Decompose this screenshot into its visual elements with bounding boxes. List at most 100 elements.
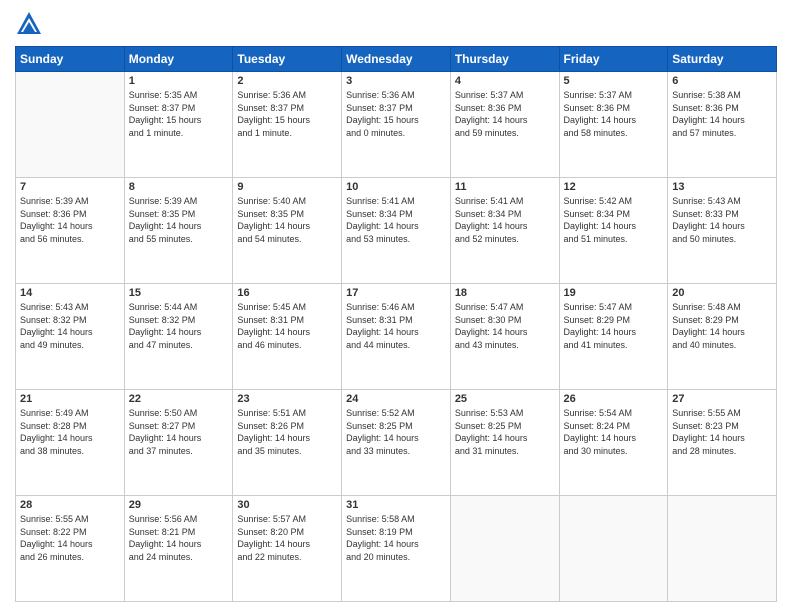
calendar-cell [559,496,668,602]
day-info: Sunrise: 5:43 AM Sunset: 8:33 PM Dayligh… [672,195,772,245]
day-number: 2 [237,75,337,87]
day-info: Sunrise: 5:56 AM Sunset: 8:21 PM Dayligh… [129,513,229,563]
calendar-weekday-wednesday: Wednesday [342,47,451,72]
calendar-cell: 6 Sunrise: 5:38 AM Sunset: 8:36 PM Daylig… [668,72,777,178]
day-info: Sunrise: 5:35 AM Sunset: 8:37 PM Dayligh… [129,89,229,139]
day-number: 5 [564,75,664,87]
day-info: Sunrise: 5:58 AM Sunset: 8:19 PM Dayligh… [346,513,446,563]
calendar-week-row: 14 Sunrise: 5:43 AM Sunset: 8:32 PM Dayli… [16,284,777,390]
day-number: 7 [20,181,120,193]
calendar-cell: 25 Sunrise: 5:53 AM Sunset: 8:25 PM Dayli… [450,390,559,496]
day-info: Sunrise: 5:51 AM Sunset: 8:26 PM Dayligh… [237,407,337,457]
day-number: 18 [455,287,555,299]
day-number: 4 [455,75,555,87]
calendar-cell: 24 Sunrise: 5:52 AM Sunset: 8:25 PM Dayli… [342,390,451,496]
day-number: 26 [564,393,664,405]
day-number: 19 [564,287,664,299]
day-info: Sunrise: 5:49 AM Sunset: 8:28 PM Dayligh… [20,407,120,457]
day-number: 20 [672,287,772,299]
calendar-cell: 22 Sunrise: 5:50 AM Sunset: 8:27 PM Dayli… [124,390,233,496]
calendar-cell: 14 Sunrise: 5:43 AM Sunset: 8:32 PM Dayli… [16,284,125,390]
day-number: 17 [346,287,446,299]
calendar-cell: 7Sunrise: 5:39 AM Sunset: 8:36 PM Daylig… [16,178,125,284]
calendar-cell: 18 Sunrise: 5:47 AM Sunset: 8:30 PM Dayli… [450,284,559,390]
calendar-cell [450,496,559,602]
day-info: Sunrise: 5:47 AM Sunset: 8:30 PM Dayligh… [455,301,555,351]
day-number: 14 [20,287,120,299]
calendar-cell: 9Sunrise: 5:40 AM Sunset: 8:35 PM Daylig… [233,178,342,284]
calendar-table: SundayMondayTuesdayWednesdayThursdayFrid… [15,46,777,602]
day-info: Sunrise: 5:54 AM Sunset: 8:24 PM Dayligh… [564,407,664,457]
calendar-cell: 29 Sunrise: 5:56 AM Sunset: 8:21 PM Dayli… [124,496,233,602]
calendar-cell: 12 Sunrise: 5:42 AM Sunset: 8:34 PM Dayli… [559,178,668,284]
calendar-cell: 21 Sunrise: 5:49 AM Sunset: 8:28 PM Dayli… [16,390,125,496]
day-info: Sunrise: 5:41 AM Sunset: 8:34 PM Dayligh… [346,195,446,245]
day-number: 3 [346,75,446,87]
day-info: Sunrise: 5:36 AM Sunset: 8:37 PM Dayligh… [346,89,446,139]
day-number: 6 [672,75,772,87]
day-info: Sunrise: 5:47 AM Sunset: 8:29 PM Dayligh… [564,301,664,351]
day-info: Sunrise: 5:44 AM Sunset: 8:32 PM Dayligh… [129,301,229,351]
calendar-cell: 2 Sunrise: 5:36 AM Sunset: 8:37 PM Daylig… [233,72,342,178]
day-number: 22 [129,393,229,405]
calendar-cell: 16Sunrise: 5:45 AM Sunset: 8:31 PM Dayli… [233,284,342,390]
day-info: Sunrise: 5:53 AM Sunset: 8:25 PM Dayligh… [455,407,555,457]
day-number: 30 [237,499,337,511]
calendar-week-row: 7Sunrise: 5:39 AM Sunset: 8:36 PM Daylig… [16,178,777,284]
page: SundayMondayTuesdayWednesdayThursdayFrid… [0,0,792,612]
day-number: 11 [455,181,555,193]
day-info: Sunrise: 5:41 AM Sunset: 8:34 PM Dayligh… [455,195,555,245]
calendar-week-row: 28 Sunrise: 5:55 AM Sunset: 8:22 PM Dayli… [16,496,777,602]
day-number: 12 [564,181,664,193]
day-number: 29 [129,499,229,511]
day-info: Sunrise: 5:50 AM Sunset: 8:27 PM Dayligh… [129,407,229,457]
day-number: 24 [346,393,446,405]
day-info: Sunrise: 5:55 AM Sunset: 8:23 PM Dayligh… [672,407,772,457]
day-number: 15 [129,287,229,299]
calendar-cell: 30 Sunrise: 5:57 AM Sunset: 8:20 PM Dayli… [233,496,342,602]
day-number: 27 [672,393,772,405]
logo-icon [15,10,43,38]
calendar-weekday-thursday: Thursday [450,47,559,72]
day-info: Sunrise: 5:52 AM Sunset: 8:25 PM Dayligh… [346,407,446,457]
day-info: Sunrise: 5:36 AM Sunset: 8:37 PM Dayligh… [237,89,337,139]
calendar-cell: 27 Sunrise: 5:55 AM Sunset: 8:23 PM Dayli… [668,390,777,496]
calendar-weekday-monday: Monday [124,47,233,72]
calendar-cell: 31Sunrise: 5:58 AM Sunset: 8:19 PM Dayli… [342,496,451,602]
calendar-weekday-friday: Friday [559,47,668,72]
day-number: 9 [237,181,337,193]
calendar-header-row: SundayMondayTuesdayWednesdayThursdayFrid… [16,47,777,72]
day-info: Sunrise: 5:42 AM Sunset: 8:34 PM Dayligh… [564,195,664,245]
day-info: Sunrise: 5:37 AM Sunset: 8:36 PM Dayligh… [564,89,664,139]
calendar-cell: 19 Sunrise: 5:47 AM Sunset: 8:29 PM Dayli… [559,284,668,390]
calendar-week-row: 21 Sunrise: 5:49 AM Sunset: 8:28 PM Dayli… [16,390,777,496]
calendar-cell: 11 Sunrise: 5:41 AM Sunset: 8:34 PM Dayli… [450,178,559,284]
day-number: 13 [672,181,772,193]
day-info: Sunrise: 5:38 AM Sunset: 8:36 PM Dayligh… [672,89,772,139]
day-number: 16 [237,287,337,299]
day-number: 1 [129,75,229,87]
day-number: 21 [20,393,120,405]
calendar-cell: 26 Sunrise: 5:54 AM Sunset: 8:24 PM Dayli… [559,390,668,496]
day-info: Sunrise: 5:39 AM Sunset: 8:35 PM Dayligh… [129,195,229,245]
day-number: 25 [455,393,555,405]
logo [15,10,47,38]
calendar-weekday-sunday: Sunday [16,47,125,72]
calendar-cell [668,496,777,602]
calendar-cell: 20 Sunrise: 5:48 AM Sunset: 8:29 PM Dayli… [668,284,777,390]
calendar-cell: 17 Sunrise: 5:46 AM Sunset: 8:31 PM Dayli… [342,284,451,390]
day-number: 10 [346,181,446,193]
day-number: 28 [20,499,120,511]
calendar-cell: 15 Sunrise: 5:44 AM Sunset: 8:32 PM Dayli… [124,284,233,390]
calendar-cell: 23 Sunrise: 5:51 AM Sunset: 8:26 PM Dayli… [233,390,342,496]
day-info: Sunrise: 5:57 AM Sunset: 8:20 PM Dayligh… [237,513,337,563]
day-info: Sunrise: 5:46 AM Sunset: 8:31 PM Dayligh… [346,301,446,351]
day-info: Sunrise: 5:43 AM Sunset: 8:32 PM Dayligh… [20,301,120,351]
day-info: Sunrise: 5:55 AM Sunset: 8:22 PM Dayligh… [20,513,120,563]
calendar-cell: 5 Sunrise: 5:37 AM Sunset: 8:36 PM Daylig… [559,72,668,178]
calendar-cell [16,72,125,178]
day-number: 23 [237,393,337,405]
day-info: Sunrise: 5:48 AM Sunset: 8:29 PM Dayligh… [672,301,772,351]
calendar-cell: 8Sunrise: 5:39 AM Sunset: 8:35 PM Daylig… [124,178,233,284]
calendar-week-row: 1 Sunrise: 5:35 AM Sunset: 8:37 PM Daylig… [16,72,777,178]
